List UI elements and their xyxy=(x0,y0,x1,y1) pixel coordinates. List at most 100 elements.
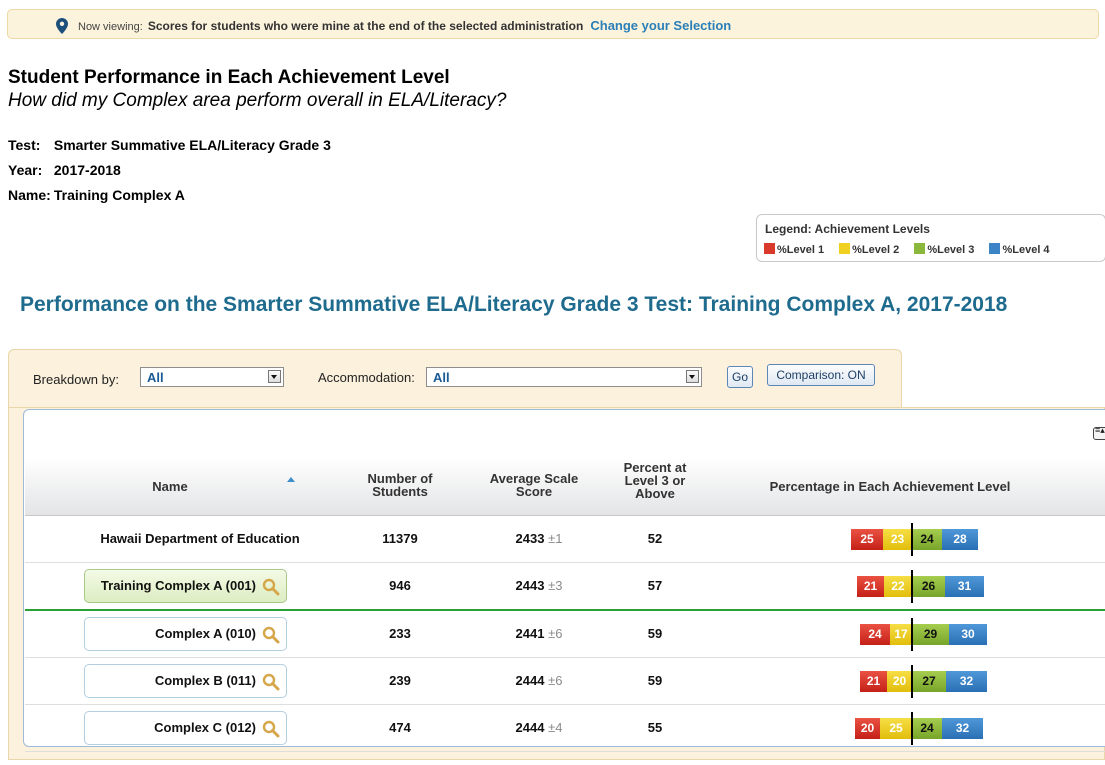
bar-segment-level-2: 23 xyxy=(883,529,912,550)
filter-bar: Breakdown by: All Accommodation: All Go … xyxy=(8,349,902,407)
row-avg-score: 2443 ±3 xyxy=(479,563,599,609)
row-students: 233 xyxy=(389,626,411,641)
legend-item-level-1: %Level 1 xyxy=(764,243,824,256)
avg-score-value: 2443 xyxy=(515,578,545,593)
avg-score-value: 2444 xyxy=(515,673,545,688)
location-pin-icon xyxy=(56,18,68,34)
now-viewing-banner: Now viewing: Scores for students who wer… xyxy=(7,9,1099,39)
row-percent-proficient: 59 xyxy=(647,673,663,688)
achievement-bar: 21 22 26 31 xyxy=(857,570,984,603)
test-label: Test: xyxy=(8,137,41,153)
column-chooser-icon[interactable] xyxy=(1093,425,1105,440)
name-info: Name: Training Complex A xyxy=(8,187,185,203)
bar-segment-level-4: 28 xyxy=(942,529,978,550)
drilldown-button-complex-b[interactable]: Complex B (011) xyxy=(84,664,287,698)
year-info: Year: 2017-2018 xyxy=(8,162,121,178)
chevron-down-icon[interactable] xyxy=(268,370,281,383)
change-selection-link[interactable]: Change your Selection xyxy=(590,18,731,33)
proficiency-divider xyxy=(911,523,913,556)
results-panel: Name Number of Students Average Scale Sc… xyxy=(8,407,1105,760)
sort-ascending-icon[interactable] xyxy=(287,477,295,482)
drilldown-button-complex-c[interactable]: Complex C (012) xyxy=(84,711,287,745)
achievement-legend: Legend: Achievement Levels %Level 1 %Lev… xyxy=(756,214,1105,262)
drilldown-button-training-complex-a[interactable]: Training Complex A (001) xyxy=(84,569,287,603)
row-avg-score: 2433 ±1 xyxy=(479,516,599,562)
row-students: 239 xyxy=(389,673,411,688)
magnifier-icon[interactable] xyxy=(262,720,280,738)
bar-segment-level-3: 24 xyxy=(912,529,942,550)
achievement-bar: 24 17 29 30 xyxy=(860,618,987,651)
bar-segment-level-4: 32 xyxy=(942,718,983,739)
bar-segment-level-2: 17 xyxy=(890,624,912,645)
legend-swatch-level-1 xyxy=(764,243,775,254)
bar-segment-level-3: 29 xyxy=(912,624,949,645)
year-label: Year: xyxy=(8,162,43,178)
breakdown-select[interactable]: All xyxy=(140,367,284,387)
breakdown-value: All xyxy=(147,370,164,385)
magnifier-icon[interactable] xyxy=(262,626,280,644)
table-header: Name Number of Students Average Scale Sc… xyxy=(25,458,1105,516)
now-viewing-text: Now viewing: Scores for students who wer… xyxy=(78,18,731,33)
avg-score-error: ±3 xyxy=(548,578,563,593)
avg-score-error: ±4 xyxy=(548,720,563,735)
row-avg-score: 2444 ±6 xyxy=(479,658,599,704)
achievement-bar: 21 20 27 32 xyxy=(860,665,987,698)
legend-item-level-3: %Level 3 xyxy=(914,243,974,256)
name-value: Training Complex A xyxy=(53,187,185,203)
bar-segment-level-4: 31 xyxy=(945,576,984,597)
bar-segment-level-2: 20 xyxy=(887,671,912,692)
bar-segment-level-1: 24 xyxy=(860,624,890,645)
accommodation-value: All xyxy=(433,370,450,385)
header-average-scale-score[interactable]: Average Scale Score xyxy=(479,472,589,498)
bar-segment-level-2: 22 xyxy=(884,576,912,597)
proficiency-divider xyxy=(911,570,913,603)
accommodation-label: Accommodation: xyxy=(318,370,415,385)
legend-title: Legend: Achievement Levels xyxy=(765,222,930,236)
achievement-bar: 25 23 24 28 xyxy=(851,523,978,556)
header-percent-level-3-or-above[interactable]: Percent at Level 3 or Above xyxy=(613,461,697,500)
legend-items: %Level 1 %Level 2 %Level 3 %Level 4 xyxy=(764,243,1062,256)
header-percentage-achievement-level: Percentage in Each Achievement Level xyxy=(769,479,1011,494)
row-students: 946 xyxy=(389,578,411,593)
name-label: Name: xyxy=(8,187,51,203)
row-avg-score: 2444 ±4 xyxy=(479,705,599,751)
table-row: Complex C (012) 474 2444 ±4 55 20 25 24 32 xyxy=(25,705,1105,752)
comparison-toggle-button[interactable]: Comparison: ON xyxy=(767,364,875,386)
avg-score-value: 2433 xyxy=(515,531,545,546)
avg-score-value: 2444 xyxy=(515,720,545,735)
legend-label-level-3: %Level 3 xyxy=(927,244,975,256)
table-row: Complex A (010) 233 2441 ±6 59 24 17 29 30 xyxy=(25,611,1105,658)
legend-swatch-level-3 xyxy=(914,243,926,254)
row-percent-proficient: 57 xyxy=(647,578,663,593)
row-students: 474 xyxy=(389,720,411,735)
row-name: Hawaii Department of Education xyxy=(100,531,300,546)
bar-segment-level-4: 32 xyxy=(946,671,987,692)
bar-segment-level-1: 21 xyxy=(857,576,884,597)
page-title: Student Performance in Each Achievement … xyxy=(8,67,450,88)
row-avg-score: 2441 ±6 xyxy=(479,611,599,657)
table-row-selected: Training Complex A (001) 946 2443 ±3 57 … xyxy=(25,563,1105,611)
magnifier-icon[interactable] xyxy=(262,673,280,691)
bar-segment-level-1: 20 xyxy=(855,718,880,739)
header-name-label: Name xyxy=(152,479,188,494)
bar-segment-level-3: 27 xyxy=(912,671,946,692)
proficiency-divider xyxy=(911,665,913,698)
table-row-state: Hawaii Department of Education 11379 243… xyxy=(25,516,1105,563)
go-button[interactable]: Go xyxy=(727,366,753,388)
page-subtitle: How did my Complex area perform overall … xyxy=(8,90,507,111)
legend-swatch-level-2 xyxy=(839,243,851,254)
chevron-down-icon[interactable] xyxy=(686,370,699,383)
legend-label-level-1: %Level 1 xyxy=(777,244,825,256)
accommodation-select[interactable]: All xyxy=(426,367,702,387)
year-value: 2017-2018 xyxy=(53,162,121,178)
header-name[interactable]: Name xyxy=(85,480,255,493)
legend-swatch-level-4 xyxy=(989,243,1001,254)
header-number-of-students[interactable]: Number of Students xyxy=(345,472,455,498)
results-table: Name Number of Students Average Scale Sc… xyxy=(23,409,1105,752)
magnifier-icon[interactable] xyxy=(262,578,280,596)
row-name: Complex B (011) xyxy=(154,673,256,688)
breakdown-label: Breakdown by: xyxy=(33,372,119,387)
drilldown-button-complex-a[interactable]: Complex A (010) xyxy=(84,617,287,651)
row-percent-proficient: 59 xyxy=(647,626,663,641)
avg-score-value: 2441 xyxy=(515,626,545,641)
